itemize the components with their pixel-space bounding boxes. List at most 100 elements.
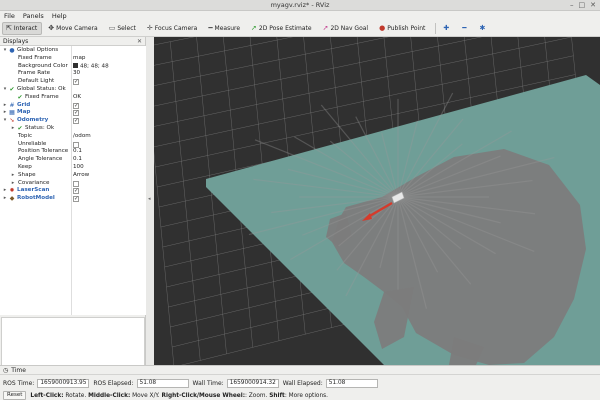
tool-2d-nav-goal-button[interactable]: ➚ 2D Nav Goal: [319, 22, 374, 35]
display-row-position-tolerance[interactable]: Position Tolerance 0.1: [0, 148, 146, 156]
display-row-value[interactable]: 30: [73, 70, 80, 78]
tool-interact-button[interactable]: ⇱ Interact: [2, 22, 43, 35]
display-row-robotmodel[interactable]: ▸ ◆ RobotModel ✓: [0, 195, 146, 203]
displays-tree[interactable]: ▾ ● Global Options Fixed Frame map Background…: [0, 46, 146, 315]
display-row-global-options[interactable]: ▾ ● Global Options: [0, 47, 146, 55]
menu-panels[interactable]: Panels: [19, 11, 48, 21]
tool-options-icon[interactable]: ✱: [476, 22, 493, 35]
display-row-unreliable[interactable]: Unreliable: [0, 141, 146, 149]
toolbar-separator: [435, 23, 437, 34]
display-row-frame-rate[interactable]: Frame Rate 30: [0, 70, 146, 78]
maximize-icon[interactable]: □: [579, 1, 586, 9]
display-enable-checkbox[interactable]: ✓: [73, 110, 79, 117]
move-camera-icon: ✥: [48, 24, 55, 32]
display-type-icon: ●: [9, 47, 15, 54]
display-row-label: Position Tolerance: [18, 148, 69, 155]
ros-elapsed-label: ROS Elapsed:: [93, 379, 134, 387]
wall-time-field[interactable]: 1659000914.32: [226, 378, 279, 388]
display-enable-checkbox[interactable]: ✓: [73, 188, 79, 195]
panel-close-icon[interactable]: ✕: [137, 38, 142, 45]
display-row-fixed-frame[interactable]: ✔ Fixed Frame OK: [0, 94, 146, 102]
display-type-icon: ▦: [9, 109, 15, 117]
focus-camera-icon: ✛: [146, 24, 153, 32]
display-row-status-ok[interactable]: ▸ ✔ Status: Ok: [0, 125, 146, 133]
tree-column-divider[interactable]: [71, 46, 72, 315]
display-row-value[interactable]: OK: [73, 94, 81, 102]
display-row-background-color[interactable]: Background Color 48; 48; 48: [0, 62, 146, 71]
collapsed-arrow-icon[interactable]: ▸: [10, 180, 16, 188]
display-row-label: Odometry: [17, 117, 49, 124]
time-fields: ROS Time: 1659000913.95 ROS Elapsed: 51.…: [3, 378, 382, 388]
display-row-map[interactable]: ▸ ▦ Map ✓: [0, 109, 146, 117]
display-row-value-text: OK: [73, 93, 82, 100]
expanded-arrow-icon[interactable]: ▾: [2, 117, 8, 125]
minimize-icon[interactable]: –: [570, 1, 574, 9]
display-row-value-text: 100: [73, 164, 84, 170]
display-row-topic[interactable]: Topic/odom: [0, 133, 146, 141]
display-row-value[interactable]: 100: [73, 164, 84, 172]
wall-elapsed-field[interactable]: 51.08: [325, 378, 378, 388]
collapse-arrow-icon[interactable]: ◂: [148, 196, 151, 202]
tool-label: Select: [117, 25, 136, 32]
expanded-arrow-icon[interactable]: ▾: [2, 47, 8, 55]
display-type-icon: ✔: [17, 125, 23, 132]
display-row-laserscan[interactable]: ▸ ✹ LaserScan ✓: [0, 187, 146, 195]
menu-help[interactable]: Help: [48, 11, 71, 21]
display-row-fixed-frame[interactable]: Fixed Frame map: [0, 55, 146, 63]
window-title: myagv.rviz* - RViz: [270, 1, 330, 9]
display-row-value[interactable]: 0.1: [73, 148, 82, 156]
reset-button[interactable]: Reset: [3, 391, 27, 400]
display-row-shape[interactable]: ▸ Shape Arrow: [0, 172, 146, 180]
display-row-value[interactable]: Arrow: [73, 172, 89, 180]
display-row-keep[interactable]: Keep 100: [0, 164, 146, 172]
collapsed-arrow-icon[interactable]: ▸: [2, 102, 8, 110]
hint-part: Rotate.: [63, 392, 89, 399]
tool-2d-pose-estimate-button[interactable]: ➚ 2D Pose Estimate: [247, 22, 317, 35]
collapsed-arrow-icon[interactable]: ▸: [2, 195, 8, 203]
display-row-covariance[interactable]: ▸ Covariance: [0, 180, 146, 188]
display-row-label: LaserScan: [17, 187, 50, 194]
display-row-value[interactable]: map: [73, 55, 85, 63]
display-enable-checkbox[interactable]: [73, 141, 79, 148]
display-row-grid[interactable]: ▸ # Grid ✓: [0, 102, 146, 110]
color-swatch[interactable]: [73, 62, 78, 68]
tool-measure-button[interactable]: ━ Measure: [204, 22, 245, 35]
collapsed-arrow-icon[interactable]: ▸: [2, 187, 8, 195]
menu-file[interactable]: File: [0, 11, 19, 21]
tool-publish-point-button[interactable]: ● Publish Point: [375, 22, 430, 35]
display-row-label: RobotModel: [17, 195, 55, 202]
clock-icon: ◷: [3, 366, 9, 374]
display-enable-checkbox[interactable]: ✓: [73, 196, 79, 203]
tool-label: Measure: [214, 25, 241, 32]
add-tool-icon[interactable]: ✚: [439, 22, 456, 35]
display-row-value[interactable]: /odom: [73, 133, 91, 141]
display-enable-checkbox[interactable]: ✓: [73, 79, 79, 86]
display-row-value-text: map: [73, 54, 86, 61]
display-row-angle-tolerance[interactable]: Angle Tolerance 0.1: [0, 156, 146, 164]
remove-tool-icon[interactable]: ━: [458, 22, 473, 35]
display-row-label: Fixed Frame: [18, 54, 52, 61]
displays-panel-header: Displays ✕: [0, 37, 145, 46]
display-row-label: Frame Rate: [18, 70, 51, 77]
tool-select-button[interactable]: ▭ Select: [105, 22, 141, 35]
ros-elapsed-field[interactable]: 51.08: [136, 378, 189, 388]
display-type-icon: ◆: [9, 195, 15, 203]
display-row-odometry[interactable]: ▾ ➘ Odometry ✓: [0, 117, 146, 125]
render-viewport[interactable]: [154, 37, 600, 365]
display-row-value[interactable]: 0.1: [73, 156, 82, 164]
expanded-arrow-icon[interactable]: ▾: [2, 86, 8, 94]
display-enable-checkbox[interactable]: ✓: [73, 102, 79, 109]
panel-splitter[interactable]: ◂: [146, 37, 154, 365]
collapsed-arrow-icon[interactable]: ▸: [10, 172, 16, 180]
tool-move-camera-button[interactable]: ✥ Move Camera: [44, 22, 102, 35]
display-enable-checkbox[interactable]: ✓: [73, 118, 79, 125]
collapsed-arrow-icon[interactable]: ▸: [2, 109, 8, 117]
tool-focus-camera-button[interactable]: ✛ Focus Camera: [143, 22, 202, 35]
display-row-default-light[interactable]: Default Light ✓: [0, 78, 146, 86]
display-enable-checkbox[interactable]: [73, 180, 79, 187]
scene-canvas[interactable]: [154, 37, 600, 365]
ros-time-field[interactable]: 1659000913.95: [37, 378, 90, 388]
display-row-global-status-ok[interactable]: ▾ ✔ Global Status: Ok: [0, 86, 146, 94]
collapsed-arrow-icon[interactable]: ▸: [10, 125, 16, 133]
close-icon[interactable]: ✕: [590, 1, 596, 9]
